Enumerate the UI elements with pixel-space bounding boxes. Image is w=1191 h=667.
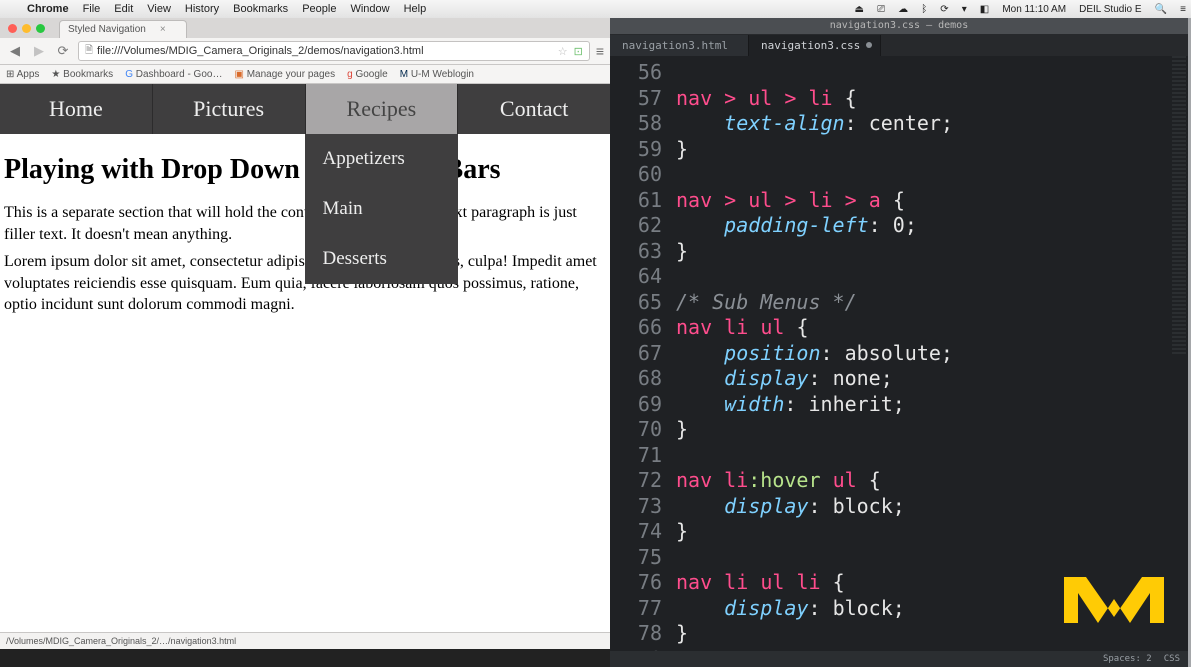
submenu-appetizers[interactable]: Appetizers <box>305 134 459 184</box>
code-line[interactable]: 72nav li:hover ul { <box>610 468 1188 494</box>
menu-help[interactable]: Help <box>397 3 434 15</box>
code-line[interactable]: 66nav li ul { <box>610 315 1188 341</box>
bm-apps[interactable]: ⊞ Apps <box>6 69 39 80</box>
editor-window: navigation3.css — demos navigation3.html… <box>610 18 1188 667</box>
url-text: file:///Volumes/MDIG_Camera_Originals_2/… <box>97 45 423 57</box>
code-line[interactable]: 74} <box>610 519 1188 545</box>
code-line[interactable]: 65/* Sub Menus */ <box>610 290 1188 316</box>
submenu-main[interactable]: Main <box>305 184 459 234</box>
window-controls <box>0 18 53 38</box>
close-tab-icon[interactable]: × <box>160 24 166 35</box>
menu-history[interactable]: History <box>178 3 226 15</box>
status-lang[interactable]: CSS <box>1164 654 1180 664</box>
menu-app[interactable]: Chrome <box>20 3 76 15</box>
bluetooth-icon[interactable]: ᛒ <box>916 4 932 15</box>
editor-tab-html[interactable]: navigation3.html <box>610 35 749 56</box>
code-line[interactable]: 68 display: none; <box>610 366 1188 392</box>
code-line[interactable]: 58 text-align: center; <box>610 111 1188 137</box>
code-line[interactable]: 59} <box>610 137 1188 163</box>
address-bar[interactable]: 🗎 file:///Volumes/MDIG_Camera_Originals_… <box>78 41 590 61</box>
code-line[interactable]: 73 display: block; <box>610 494 1188 520</box>
code-line[interactable]: 64 <box>610 264 1188 290</box>
code-line[interactable]: 67 position: absolute; <box>610 341 1188 367</box>
chrome-toolbar: ◀ ▶ ⟳ 🗎 file:///Volumes/MDIG_Camera_Orig… <box>0 38 610 65</box>
forward-button[interactable]: ▶ <box>30 43 48 59</box>
chrome-status-bar: /Volumes/MDIG_Camera_Originals_2/…/navig… <box>0 632 610 649</box>
editor-tab-css[interactable]: navigation3.css <box>749 35 881 56</box>
submenu-desserts[interactable]: Desserts <box>305 234 459 284</box>
menu-bookmarks[interactable]: Bookmarks <box>226 3 295 15</box>
notifications-icon[interactable]: ≡ <box>1175 4 1191 15</box>
recipes-submenu: Appetizers Main Desserts <box>305 134 459 284</box>
nav-recipes[interactable]: Recipes Appetizers Main Desserts <box>306 84 459 134</box>
menu-view[interactable]: View <box>140 3 178 15</box>
bookmarks-bar: ⊞ Apps ★ Bookmarks G Dashboard - Goo… ▣ … <box>0 65 610 84</box>
status-spaces[interactable]: Spaces: 2 <box>1103 654 1152 664</box>
editor-status-bar: Spaces: 2 CSS <box>610 651 1188 667</box>
chrome-window: Styled Navigation × ◀ ▶ ⟳ 🗎 file:///Volu… <box>0 18 610 649</box>
code-line[interactable]: 60 <box>610 162 1188 188</box>
code-line[interactable]: 63} <box>610 239 1188 265</box>
code-line[interactable]: 56 <box>610 60 1188 86</box>
menu-people[interactable]: People <box>295 3 343 15</box>
close-window-button[interactable] <box>8 24 17 33</box>
modified-dot-icon <box>866 42 872 48</box>
sync-icon[interactable]: ⟳ <box>935 4 953 15</box>
code-line[interactable]: 57nav > ul > li { <box>610 86 1188 112</box>
code-line[interactable]: 71 <box>610 443 1188 469</box>
code-line[interactable]: 62 padding-left: 0; <box>610 213 1188 239</box>
reload-button[interactable]: ⟳ <box>54 43 72 59</box>
chrome-menu-button[interactable]: ≡ <box>596 43 604 59</box>
page-viewport: Home Pictures Recipes Appetizers Main De… <box>0 84 610 632</box>
menu-edit[interactable]: Edit <box>107 3 140 15</box>
editor-title: navigation3.css — demos <box>610 18 1188 34</box>
code-line[interactable]: 69 width: inherit; <box>610 392 1188 418</box>
bm-gtsites[interactable]: ▣ Manage your pages <box>234 69 335 80</box>
browser-tab[interactable]: Styled Navigation × <box>59 20 187 38</box>
minimap[interactable] <box>1172 56 1186 356</box>
user[interactable]: DEIL Studio E <box>1074 4 1146 15</box>
chrome-tabstrip: Styled Navigation × <box>0 18 610 38</box>
back-button[interactable]: ◀ <box>6 43 24 59</box>
minimize-window-button[interactable] <box>22 24 31 33</box>
spotlight-icon[interactable]: 🔍 <box>1150 4 1172 15</box>
wifi-icon[interactable]: ⏏ <box>850 4 869 15</box>
menu-file[interactable]: File <box>76 3 108 15</box>
bm-google[interactable]: g Google <box>347 69 388 80</box>
mac-menubar: Chrome File Edit View History Bookmarks … <box>0 0 1191 19</box>
reader-icon[interactable]: ⊡ <box>574 45 583 58</box>
demo-nav: Home Pictures Recipes Appetizers Main De… <box>0 84 610 134</box>
nav-contact[interactable]: Contact <box>458 84 610 134</box>
michigan-logo <box>1064 565 1164 639</box>
bm-dashboard[interactable]: G Dashboard - Goo… <box>125 69 222 80</box>
bookmark-star-icon[interactable]: ☆ <box>558 45 568 58</box>
nav-pictures[interactable]: Pictures <box>153 84 306 134</box>
display-icon[interactable]: ⎚ <box>872 4 890 15</box>
wifi-signal-icon[interactable]: ▾ <box>957 4 972 15</box>
menu-window[interactable]: Window <box>343 3 396 15</box>
nav-recipes-label: Recipes <box>347 96 417 121</box>
battery-icon[interactable]: ◧ <box>975 4 994 15</box>
bm-bookmarks[interactable]: ★ Bookmarks <box>51 69 113 80</box>
editor-tabs: navigation3.html navigation3.css <box>610 34 1188 56</box>
zoom-window-button[interactable] <box>36 24 45 33</box>
menubar-right: ⏏ ⎚ ☁ ᛒ ⟳ ▾ ◧ Mon 11:10 AM DEIL Studio E… <box>850 3 1191 15</box>
tab-title: Styled Navigation <box>68 24 146 35</box>
code-line[interactable]: 61nav > ul > li > a { <box>610 188 1188 214</box>
page-icon: 🗎 <box>85 43 93 60</box>
code-line[interactable]: 70} <box>610 417 1188 443</box>
cloud-icon[interactable]: ☁ <box>893 4 913 15</box>
bm-um[interactable]: M U-M Weblogin <box>400 69 474 80</box>
nav-home[interactable]: Home <box>0 84 153 134</box>
clock[interactable]: Mon 11:10 AM <box>997 4 1071 15</box>
